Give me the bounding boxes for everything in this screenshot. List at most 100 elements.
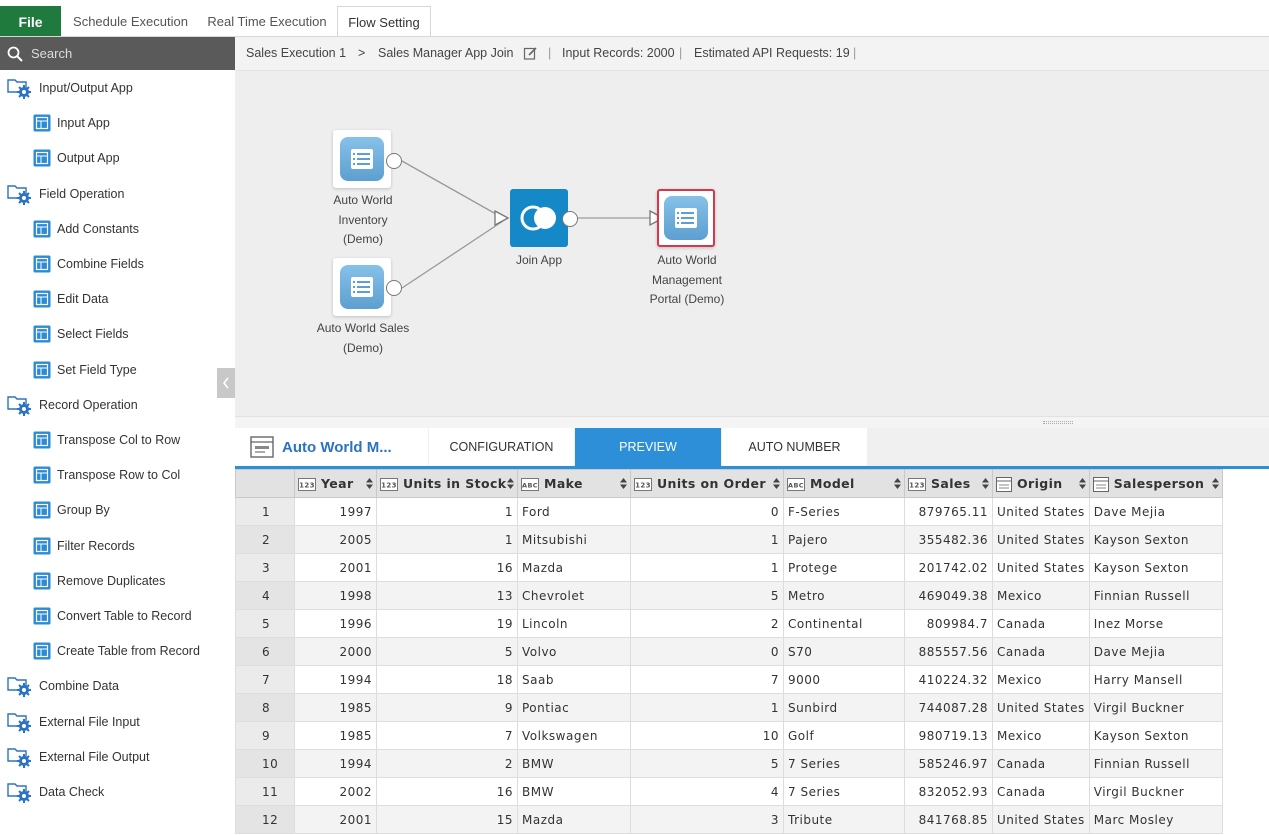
sidebar-item-remove-duplicates[interactable]: Remove Duplicates xyxy=(33,566,165,596)
table-cell-sales: 841768.85 xyxy=(904,805,993,834)
table-row[interactable]: 8 1985 9 Pontiac 1 Sunbird 744087.28 United Sta… xyxy=(235,693,1223,722)
column-header-make[interactable]: ABC Make xyxy=(517,469,631,498)
table-cell-sales: 980719.13 xyxy=(904,721,993,750)
sidebar-item-label: Group By xyxy=(57,503,110,518)
sort-icon[interactable] xyxy=(366,477,373,492)
table-row[interactable]: 6 2000 5 Volvo 0 S70 885557.56 Canada Dave Mejia xyxy=(235,637,1223,666)
tab-auto-number[interactable]: AUTO NUMBER xyxy=(722,428,867,466)
sidebar-category-external-file-output[interactable]: External File Output xyxy=(7,742,149,772)
column-header-units-in-stock[interactable]: 123 Units in Stock xyxy=(376,469,518,498)
sidebar-item-transpose-col-to-row[interactable]: Transpose Col to Row xyxy=(33,425,180,455)
flow-canvas[interactable]: Auto World Inventory (Demo) Auto World S… xyxy=(235,71,1269,416)
column-header-salesperson[interactable]: Salesperson xyxy=(1088,469,1223,498)
collapse-sidebar-button[interactable] xyxy=(217,368,235,398)
column-header-units-on-order[interactable]: 123 Units on Order xyxy=(630,469,784,498)
sidebar-item-filter-records[interactable]: Filter Records xyxy=(33,531,135,561)
sort-icon[interactable] xyxy=(773,477,780,492)
column-header-sales[interactable]: 123 Sales xyxy=(904,469,993,498)
sort-icon[interactable] xyxy=(982,477,989,492)
number-type-icon: 123 xyxy=(634,477,652,491)
sidebar-item-set-field-type[interactable]: Set Field Type xyxy=(33,355,137,385)
sort-icon[interactable] xyxy=(620,477,627,492)
sidebar-item-group-by[interactable]: Group By xyxy=(33,495,110,525)
output-port[interactable] xyxy=(386,280,402,296)
flow-node-sales[interactable] xyxy=(333,258,391,316)
column-header-origin[interactable]: Origin xyxy=(992,469,1090,498)
output-port[interactable] xyxy=(562,211,578,227)
table-row[interactable]: 9 1985 7 Volkswagen 10 Golf 980719.13 Mexico Kay… xyxy=(235,721,1223,750)
sidebar-category-data-check[interactable]: Data Check xyxy=(7,777,104,807)
sidebar-item-add-constants[interactable]: Add Constants xyxy=(33,214,139,244)
table-cell-salesperson: Virgil Buckner xyxy=(1088,777,1223,806)
sidebar-item-combine-fields[interactable]: Combine Fields xyxy=(33,249,144,279)
column-header-model[interactable]: ABC Model xyxy=(783,469,905,498)
sidebar-category-combine-data[interactable]: Combine Data xyxy=(7,671,119,701)
edit-icon[interactable] xyxy=(523,46,538,61)
table-cell-units-on-order: 10 xyxy=(630,721,784,750)
table-row[interactable]: 7 1994 18 Saab 7 9000 410224.32 Mexico Harry Man… xyxy=(235,665,1223,694)
output-port[interactable] xyxy=(386,153,402,169)
row-number: 5 xyxy=(235,609,295,638)
table-row[interactable]: 10 1994 2 BMW 5 7 Series 585246.97 Canada Finnia… xyxy=(235,749,1223,778)
table-row[interactable]: 1 1997 1 Ford 0 F-Series 879765.11 United State… xyxy=(235,497,1223,526)
table-row[interactable]: 11 2002 16 BMW 4 7 Series 832052.93 Canada Virgi… xyxy=(235,777,1223,806)
folder-gear-icon xyxy=(7,76,33,100)
search-icon[interactable] xyxy=(7,46,23,62)
app-tool-icon xyxy=(33,572,51,590)
sidebar-category-field-operation[interactable]: Field Operation xyxy=(7,179,124,209)
sidebar-item-select-fields[interactable]: Select Fields xyxy=(33,319,129,349)
panel-resize-handle[interactable] xyxy=(235,416,1269,428)
sidebar-category-record-operation[interactable]: Record Operation xyxy=(7,390,138,420)
file-menu-button[interactable]: File xyxy=(0,6,61,37)
tab-flow-setting[interactable]: Flow Setting xyxy=(337,6,431,37)
table-row[interactable]: 12 2001 15 Mazda 3 Tribute 841768.85 United Sta… xyxy=(235,805,1223,834)
flow-node-inventory[interactable] xyxy=(333,130,391,188)
table-cell-salesperson: Finnian Russell xyxy=(1088,581,1223,610)
app-icon xyxy=(340,265,384,309)
table-cell-units-in-stock: 16 xyxy=(376,777,518,806)
table-row[interactable]: 4 1998 13 Chevrolet 5 Metro 469049.38 Mexico Fin… xyxy=(235,581,1223,610)
table-cell-units-in-stock: 19 xyxy=(376,609,518,638)
column-header-year[interactable]: 123 Year xyxy=(294,469,377,498)
sidebar-item-input-app[interactable]: Input App xyxy=(33,108,110,138)
sidebar-item-label: Data Check xyxy=(39,785,105,799)
table-cell-units-on-order: 0 xyxy=(630,497,784,526)
tab-schedule-execution[interactable]: Schedule Execution xyxy=(62,6,199,37)
table-row[interactable]: 5 1996 19 Lincoln 2 Continental 809984.7 Canada… xyxy=(235,609,1223,638)
sort-icon[interactable] xyxy=(1211,477,1219,492)
sort-icon[interactable] xyxy=(1078,477,1086,492)
sidebar-item-create-table-from-record[interactable]: Create Table from Record xyxy=(33,636,200,666)
sidebar-item-convert-table-to-record[interactable]: Convert Table to Record xyxy=(33,601,192,631)
sidebar-item-transpose-row-to-col[interactable]: Transpose Row to Col xyxy=(33,460,180,490)
sidebar-category-input-output-app[interactable]: Input/Output App xyxy=(7,73,133,103)
table-cell-model: Pajero xyxy=(783,525,905,554)
folder-gear-icon xyxy=(7,780,33,804)
table-row[interactable]: 2 2005 1 Mitsubishi 1 Pajero 355482.36 United S… xyxy=(235,525,1223,554)
flow-node-portal[interactable] xyxy=(657,189,715,247)
tab-real-time-execution[interactable]: Real Time Execution xyxy=(199,6,335,37)
search-input[interactable] xyxy=(31,46,221,61)
flow-node-join[interactable] xyxy=(510,189,568,247)
flow-node-label: Auto World Sales (Demo) xyxy=(316,321,410,355)
table-cell-year: 1996 xyxy=(294,609,377,638)
table-row[interactable]: 3 2001 16 Mazda 1 Protege 201742.02 United Stat… xyxy=(235,553,1223,582)
breadcrumb-divider: | xyxy=(853,46,857,60)
sort-icon[interactable] xyxy=(507,477,514,492)
app-tool-icon xyxy=(33,431,51,449)
table-cell-origin: Mexico xyxy=(992,721,1090,750)
table-cell-units-in-stock: 18 xyxy=(376,665,518,694)
sidebar-category-external-file-input[interactable]: External File Input xyxy=(7,707,140,737)
sidebar-item-edit-data[interactable]: Edit Data xyxy=(33,284,108,314)
tab-configuration[interactable]: CONFIGURATION xyxy=(429,428,574,466)
table-cell-sales: 410224.32 xyxy=(904,665,993,694)
sidebar-item-label: Set Field Type xyxy=(57,362,137,377)
row-number: 7 xyxy=(235,665,295,694)
sort-icon[interactable] xyxy=(894,477,901,492)
sidebar-item-output-app[interactable]: Output App xyxy=(33,143,120,173)
table-cell-sales: 832052.93 xyxy=(904,777,993,806)
panel-app-name: Auto World M... xyxy=(282,438,392,456)
breadcrumb-execution[interactable]: Sales Execution 1 xyxy=(246,46,346,60)
column-header-label: Sales xyxy=(931,475,971,491)
table-cell-year: 2005 xyxy=(294,525,377,554)
tab-preview[interactable]: PREVIEW xyxy=(575,428,721,466)
